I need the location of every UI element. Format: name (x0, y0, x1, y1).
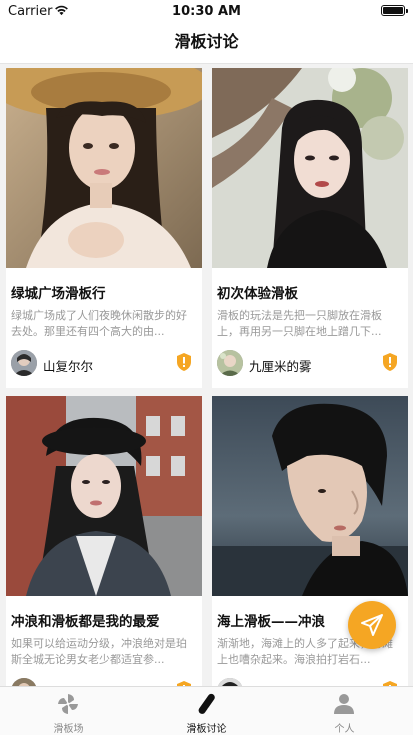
pinwheel-icon (58, 694, 78, 714)
post-card[interactable]: 初次体验滑板 滑板的玩法是先把一只脚放在滑板上，再用另一只脚在地上蹭几下... … (212, 68, 408, 388)
status-bar: Carrier 10:30 AM (0, 0, 413, 22)
post-card[interactable]: 绿城广场滑板行 绿城广场成了人们夜晚休闲散步的好去处。那里还有四个高大的由...… (6, 68, 202, 388)
post-title: 初次体验滑板 (217, 286, 298, 302)
page-title: 滑板讨论 (174, 32, 239, 51)
author-name[interactable]: 山复尔尔 (43, 356, 93, 375)
post-title: 冲浪和滑板都是我的最爱 (11, 614, 160, 630)
post-feed[interactable]: 绿城广场滑板行 绿城广场成了人们夜晚休闲散步的好去处。那里还有四个高大的由...… (0, 65, 413, 686)
author-avatar[interactable] (217, 350, 243, 376)
post-photo (6, 396, 202, 596)
post-photo (212, 396, 408, 596)
report-shield-icon[interactable] (176, 353, 192, 371)
author-avatar[interactable] (217, 678, 243, 686)
post-card[interactable]: 冲浪和滑板都是我的最爱 如果可以给运动分级，冲浪绝对是珀斯全城无论男女老少都适宜… (6, 396, 202, 686)
tab-profile[interactable]: 个人 (276, 687, 413, 735)
clock: 10:30 AM (172, 4, 241, 19)
post-description: 如果可以给运动分级，冲浪绝对是珀斯全城无论男女老少都适宜参... (11, 637, 187, 666)
send-icon (361, 614, 383, 636)
tab-label: 个人 (334, 724, 355, 735)
author-avatar[interactable] (11, 678, 37, 686)
tab-label: 滑板场 (53, 724, 84, 735)
person-icon (334, 694, 354, 714)
tab-skate-park[interactable]: 滑板场 (0, 687, 137, 735)
post-title: 绿城广场滑板行 (11, 286, 106, 302)
battery-icon (381, 5, 408, 16)
author-name[interactable]: 九厘米的雾 (249, 356, 312, 375)
post-photo (212, 68, 408, 268)
author-avatar[interactable] (11, 350, 37, 376)
tab-skate-discussion[interactable]: 滑板讨论 (138, 687, 275, 735)
compose-post-button[interactable] (348, 601, 396, 649)
post-description: 滑板的玩法是先把一只脚放在滑板上，再用另一只脚在地上蹭几下... (217, 309, 382, 338)
post-photo (6, 68, 202, 268)
navigation-bar: 滑板讨论 (0, 22, 413, 64)
report-shield-icon[interactable] (382, 353, 398, 371)
skateboard-icon (198, 693, 215, 714)
tab-label: 滑板讨论 (186, 724, 227, 735)
post-description: 绿城广场成了人们夜晚休闲散步的好去处。那里还有四个高大的由... (11, 309, 187, 338)
tab-bar: 滑板场 滑板讨论 个人 (0, 686, 413, 735)
